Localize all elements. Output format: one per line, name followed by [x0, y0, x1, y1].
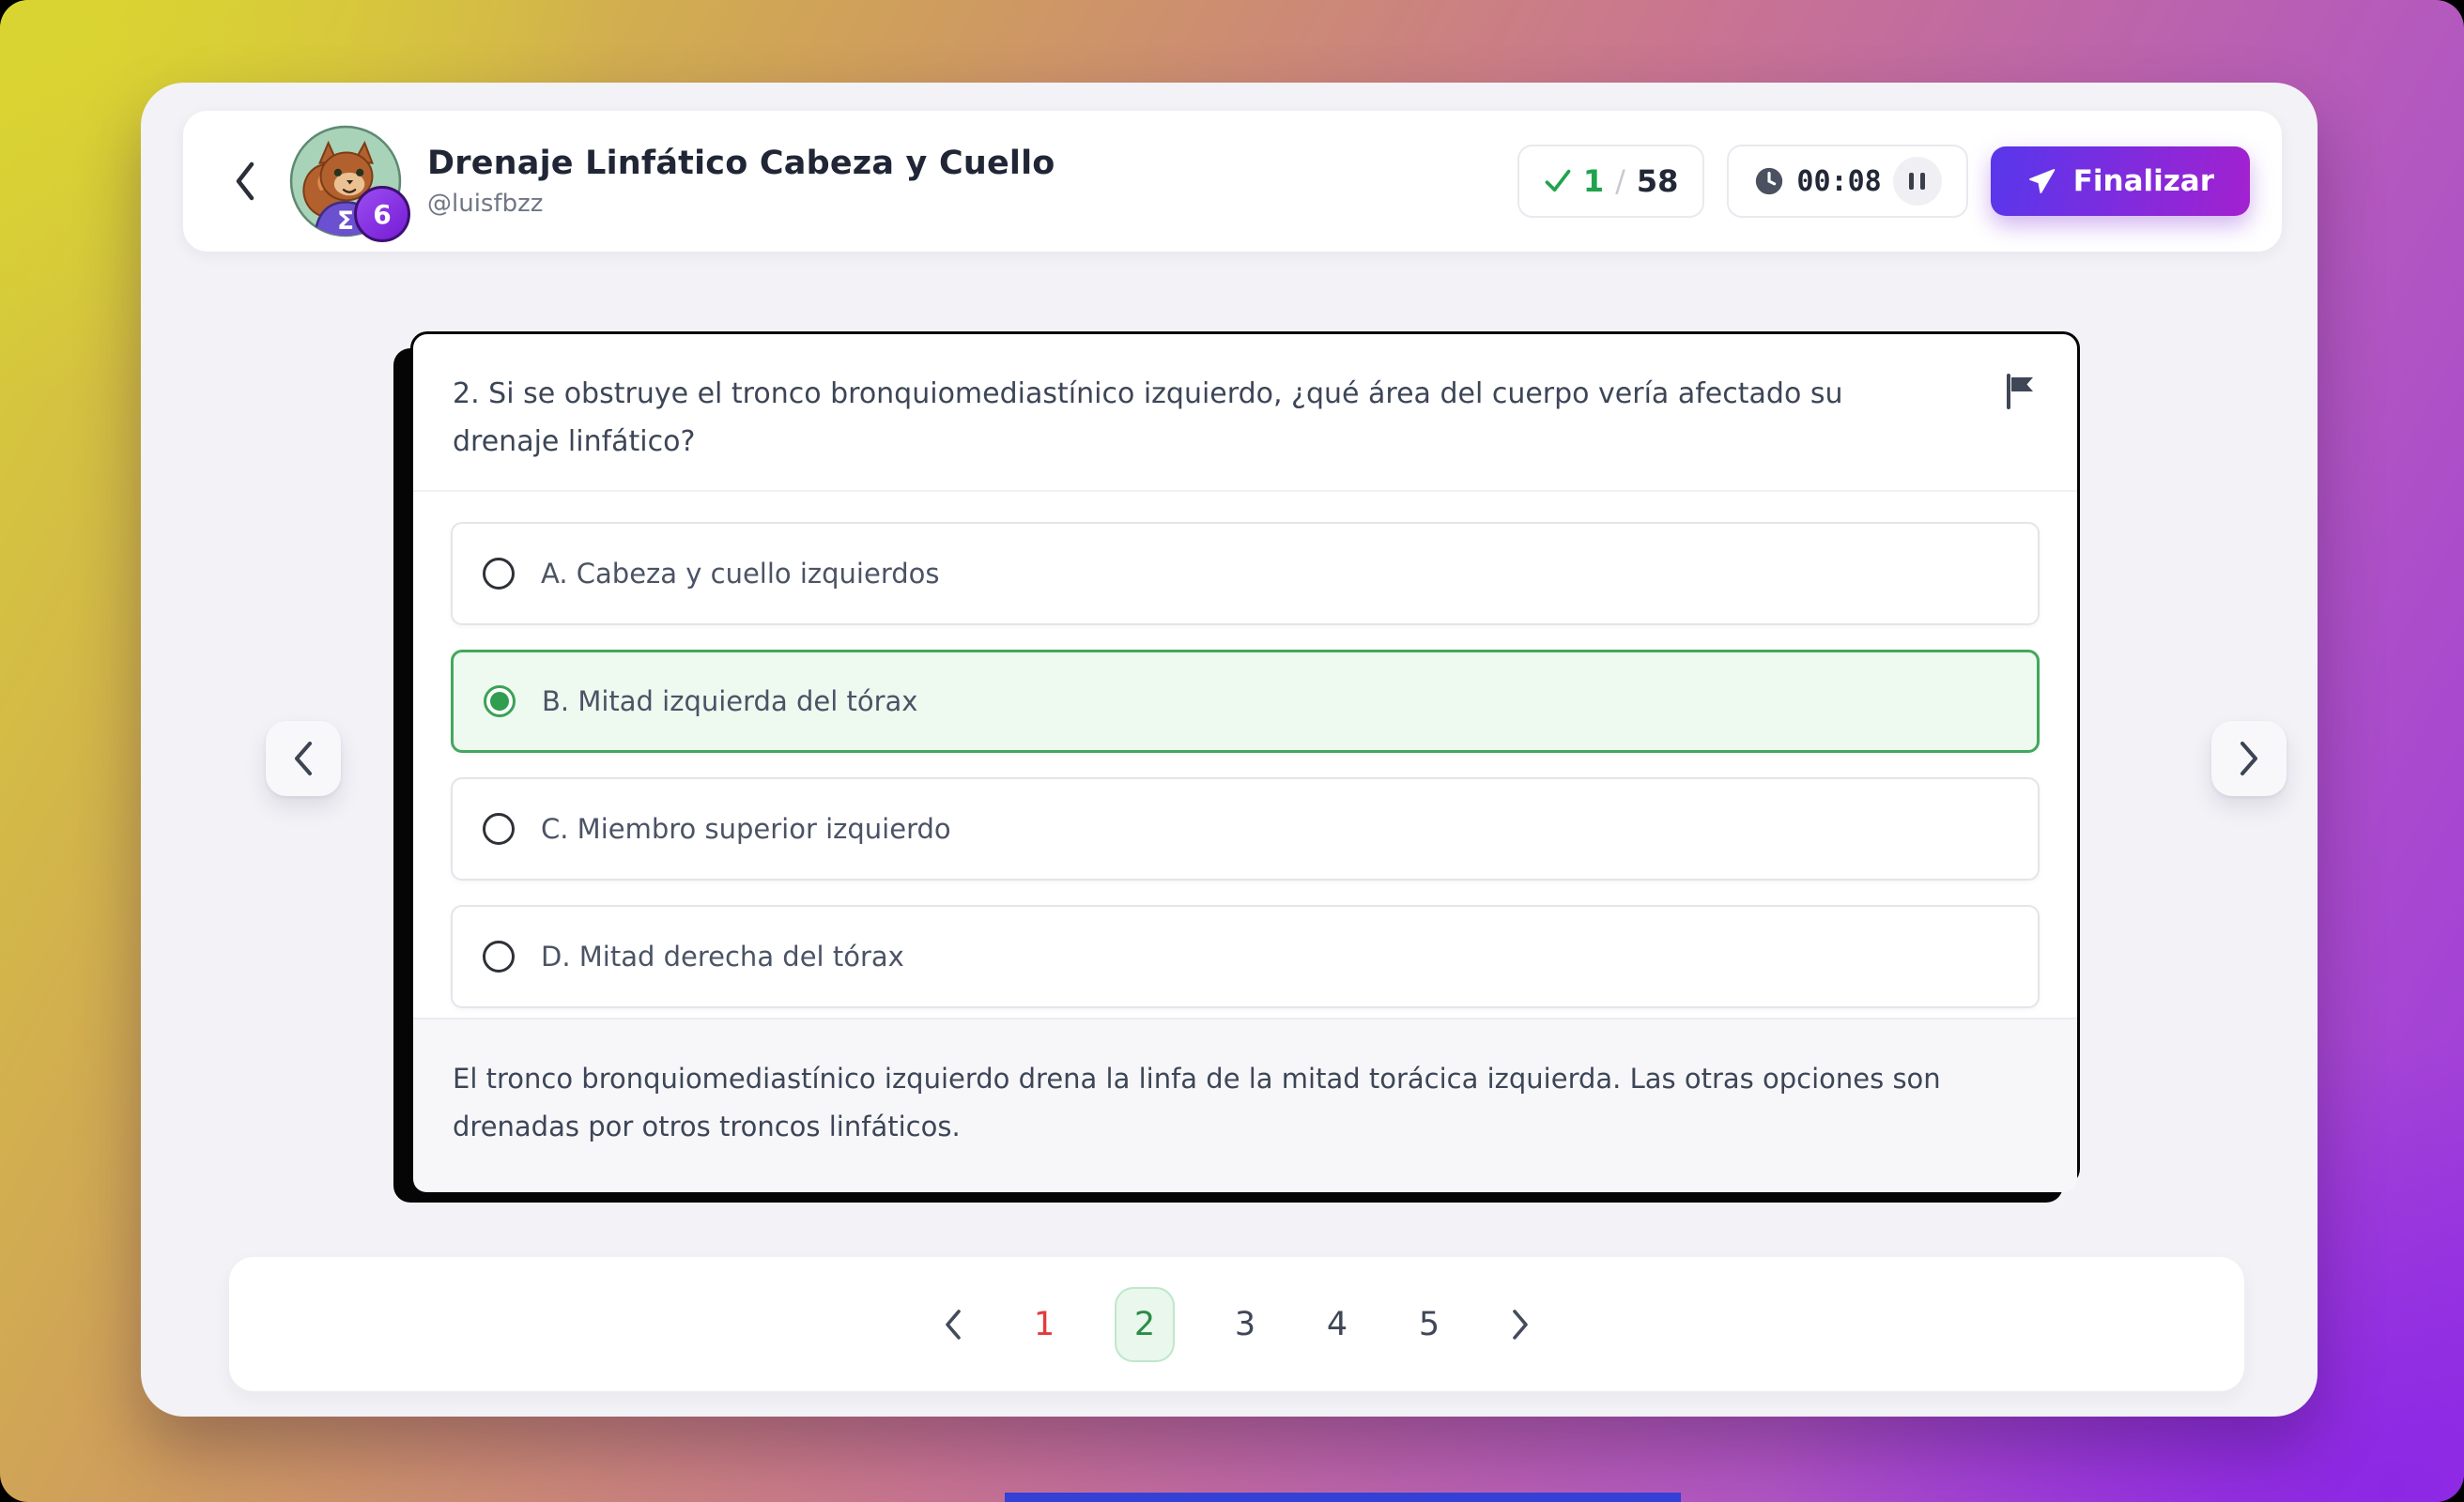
send-icon	[2026, 166, 2056, 196]
finalize-label: Finalizar	[2073, 164, 2214, 198]
timer: 00:08	[1727, 145, 1967, 218]
page-2-current[interactable]: 2	[1115, 1287, 1175, 1362]
radio-unselected-icon	[483, 558, 515, 590]
flag-icon	[2004, 374, 2036, 409]
chevron-right-icon	[2237, 740, 2261, 777]
chevron-left-icon	[231, 159, 259, 204]
radio-selected-icon	[484, 685, 516, 717]
quiz-panel: Σ 6 Drenaje Linfático Cabeza y Cuello	[141, 83, 2318, 1417]
level-badge: 6	[354, 186, 410, 242]
chevron-left-icon	[943, 1309, 963, 1341]
progress-counter: 1 / 58	[1517, 145, 1705, 218]
option-c[interactable]: C. Miembro superior izquierdo	[451, 777, 2040, 881]
chevron-left-icon	[291, 740, 316, 777]
app-background: Σ 6 Drenaje Linfático Cabeza y Cuello	[0, 0, 2464, 1502]
radio-unselected-icon	[483, 813, 515, 845]
option-a-label: A. Cabeza y cuello izquierdos	[541, 558, 940, 590]
quiz-author-handle: @luisfbzz	[427, 190, 1055, 218]
page-5[interactable]: 5	[1408, 1306, 1451, 1343]
radio-unselected-icon	[483, 941, 515, 973]
answer-explanation: El tronco bronquiomediastínico izquierdo…	[413, 1018, 2077, 1192]
question-header: 2. Si se obstruye el tronco bronquiomedi…	[413, 334, 2077, 492]
option-d-label: D. Mitad derecha del tórax	[541, 941, 904, 973]
finalize-button[interactable]: Finalizar	[1991, 146, 2250, 216]
question-card: 2. Si se obstruye el tronco bronquiomedi…	[410, 331, 2080, 1186]
clock-icon	[1753, 165, 1785, 197]
pagination-next-button[interactable]	[1500, 1304, 1541, 1345]
timer-value: 00:08	[1796, 165, 1881, 198]
option-a[interactable]: A. Cabeza y cuello izquierdos	[451, 522, 2040, 625]
quiz-titles: Drenaje Linfático Cabeza y Cuello @luisf…	[427, 145, 1055, 218]
next-question-button[interactable]	[2211, 721, 2287, 796]
page-1[interactable]: 1	[1023, 1306, 1066, 1343]
bottom-progress-strip	[1005, 1493, 1681, 1502]
option-c-label: C. Miembro superior izquierdo	[541, 813, 951, 845]
options-list: A. Cabeza y cuello izquierdos B. Mitad i…	[413, 492, 2077, 1018]
header-controls: 1 / 58 00:08 Finalizar	[1517, 145, 2250, 218]
flag-question-button[interactable]	[2004, 374, 2036, 413]
option-b-selected[interactable]: B. Mitad izquierda del tórax	[451, 650, 2040, 753]
pause-button[interactable]	[1893, 157, 1942, 206]
pagination-bar: 1 2 3 4 5	[229, 1257, 2244, 1391]
back-button[interactable]	[223, 153, 268, 209]
option-d[interactable]: D. Mitad derecha del tórax	[451, 905, 2040, 1008]
quiz-header: Σ 6 Drenaje Linfático Cabeza y Cuello	[183, 111, 2282, 252]
progress-separator: /	[1615, 163, 1625, 199]
avatar: Σ 6	[288, 124, 403, 238]
progress-current: 1	[1583, 163, 1604, 199]
previous-question-button[interactable]	[266, 721, 341, 796]
page-4[interactable]: 4	[1316, 1306, 1359, 1343]
quiz-title: Drenaje Linfático Cabeza y Cuello	[427, 145, 1055, 182]
page-3[interactable]: 3	[1224, 1306, 1267, 1343]
option-b-label: B. Mitad izquierda del tórax	[542, 685, 917, 717]
svg-text:Σ: Σ	[337, 207, 354, 236]
check-icon	[1544, 167, 1572, 195]
question-text: 2. Si se obstruye el tronco bronquiomedi…	[453, 370, 1927, 466]
pagination-prev-button[interactable]	[932, 1304, 974, 1345]
chevron-right-icon	[1510, 1309, 1531, 1341]
progress-total: 58	[1637, 163, 1679, 199]
